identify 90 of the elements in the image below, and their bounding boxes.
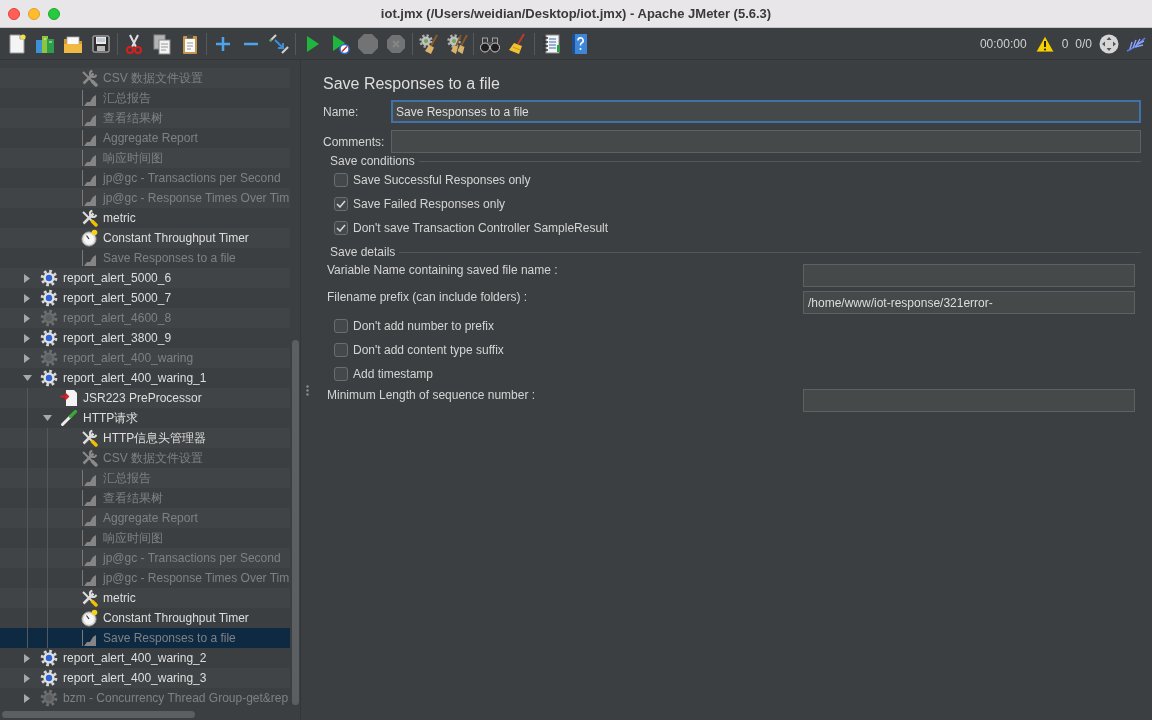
field-label: Variable Name containing saved file name : [327,264,558,277]
checkbox-label: Don't add number to prefix [353,318,495,335]
checkbox-label: Save Successful Responses only [353,172,531,189]
checkbox-label: Add timestamp [353,366,434,383]
gear-icon [40,669,58,687]
checkbox-label: Don't add content type suffix [353,342,504,359]
checkbox-label: Save Failed Responses only [353,196,506,213]
chart-icon [80,109,98,127]
gear-icon [40,649,58,667]
text-field[interactable] [803,264,1135,287]
checkmark-icon [336,224,346,232]
scrollbar-thumb[interactable] [2,710,195,718]
tools-icon [80,429,98,447]
section-title: Save conditions [330,154,415,168]
warning-icon[interactable] [1034,34,1055,53]
checkbox[interactable] [334,221,348,235]
checkbox[interactable] [334,343,348,357]
chart-icon [80,569,98,587]
pipette-icon [60,409,78,427]
gear-brooms-icon[interactable] [446,32,468,55]
gear-icon [40,349,58,367]
text-field[interactable] [391,130,1141,153]
panel-title: Save Responses to a file [323,74,500,94]
chart-icon [80,189,98,207]
chart-icon [80,489,98,507]
text-field[interactable]: /home/www/iot-response/321error- [803,291,1135,314]
tools-icon [80,449,98,467]
checkbox[interactable] [334,197,348,211]
text-field[interactable]: Save Responses to a file [391,100,1141,123]
text-field[interactable] [803,389,1135,412]
thread-count: 0/0 [1075,35,1092,53]
chart-icon [80,89,98,107]
circle-arrows-icon[interactable] [1099,33,1119,54]
feather-icon [1126,35,1146,52]
stopwatch-icon [80,229,98,247]
caret-right-icon[interactable] [24,293,30,303]
caret-right-icon[interactable] [24,273,30,283]
tree-item[interactable]: JSR223 PreProcessor [0,388,290,408]
tree-item[interactable]: HTTP信息头管理器 [0,428,290,448]
chart-icon [80,129,98,147]
window-title: iot.jmx (/Users/weidian/Desktop/iot.jmx) - Apache JMeter (5.6.3) [380,4,772,23]
chart-icon [80,149,98,167]
caret-down-icon[interactable] [22,375,32,381]
scrollbar-thumb[interactable] [291,340,299,705]
caret-right-icon[interactable] [24,673,30,683]
field-label: Minimum Length of sequence number : [327,389,536,402]
window-close-icon[interactable] [8,7,20,20]
pens-arrow-icon[interactable] [268,32,290,55]
notebook-list-icon[interactable] [540,32,562,55]
gear-icon [40,329,58,347]
document-arrow-icon [60,389,78,407]
checkbox[interactable] [334,367,348,381]
chart-icon [80,469,98,487]
tools-icon [80,69,98,87]
chart-icon [80,629,98,647]
grip-icon[interactable] [305,384,309,396]
stopwatch-icon [80,609,98,627]
chart-icon [80,249,98,267]
gear-icon [40,689,58,707]
chart-icon [80,509,98,527]
gear-icon [40,269,58,287]
checkbox[interactable] [334,319,348,333]
chart-icon [80,169,98,187]
checkmark-icon [336,200,346,208]
checkbox[interactable] [334,173,348,187]
chart-icon [80,549,98,567]
field-label: Name: [323,103,359,121]
caret-right-icon[interactable] [24,653,30,663]
caret-right-icon[interactable] [24,333,30,343]
caret-down-icon[interactable] [42,415,52,421]
new-document-icon[interactable] [6,32,28,55]
tree-item[interactable]: Constant Throughput Timer [0,228,290,248]
field-label: Filename prefix (can include folders) : [327,291,528,304]
copy-icon[interactable] [151,32,173,55]
tree-item[interactable]: report_alert_400_waring_3 [0,668,290,688]
tools-icon [80,209,98,227]
error-count: 0 [1061,35,1069,53]
field-label: Comments: [323,133,385,151]
gear-icon [40,309,58,327]
section-title: Save details [330,245,396,259]
tree-item[interactable]: report_alert_5000_6 [0,268,290,288]
tree-item[interactable]: metric [0,588,290,608]
scissors-icon[interactable] [123,32,145,55]
gear-icon [40,289,58,307]
checkbox-label: Don't save Transaction Controller SampleResult [353,220,609,237]
gear-broom-icon[interactable] [418,32,440,55]
chart-icon [80,529,98,547]
gear-icon [40,369,58,387]
tools-icon [80,589,98,607]
elapsed-time: 00:00:00 [979,35,1027,53]
